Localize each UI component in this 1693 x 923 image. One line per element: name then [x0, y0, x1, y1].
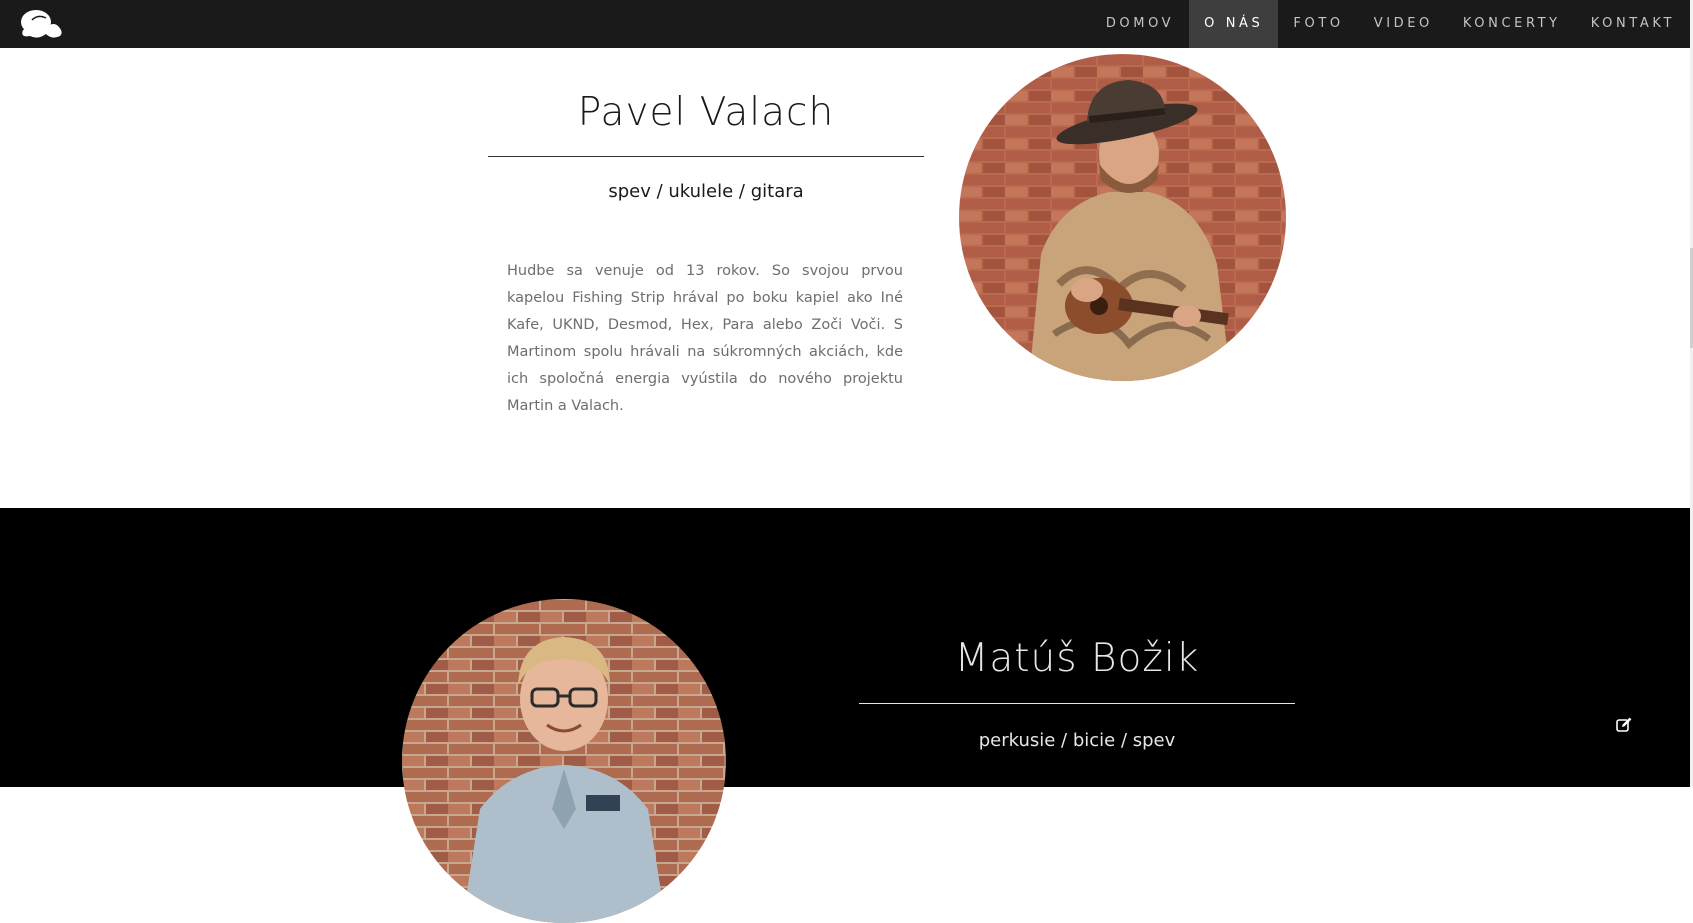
- main-menu: DOMOV O NÁS FOTO VIDEO KONCERTY KONTAKT: [1091, 0, 1690, 48]
- nav-o-nas[interactable]: O NÁS: [1189, 0, 1279, 48]
- drummer-portrait-photo: [402, 599, 726, 923]
- member-name: Matúš Božik: [954, 636, 1200, 681]
- nav-video[interactable]: VIDEO: [1359, 0, 1448, 48]
- edit-icon[interactable]: [1615, 716, 1633, 734]
- member-role: perkusie / bicie / spev: [978, 730, 1176, 751]
- nav-domov[interactable]: DOMOV: [1091, 0, 1189, 48]
- member-section-matus: Matúš Božik perkusie / bicie / spev: [0, 508, 1690, 923]
- nav-kontakt[interactable]: KONTAKT: [1576, 0, 1690, 48]
- divider: [859, 703, 1295, 704]
- member-section-pavel: Pavel Valach spev / ukulele / gitara Hud…: [0, 48, 1690, 508]
- nav-koncerty[interactable]: KONCERTY: [1448, 0, 1576, 48]
- hat-logo-icon[interactable]: [18, 6, 66, 42]
- member-name: Pavel Valach: [577, 90, 835, 135]
- top-navbar: DOMOV O NÁS FOTO VIDEO KONCERTY KONTAKT: [0, 0, 1690, 48]
- member-bio: Hudbe sa venuje od 13 rokov. So svojou p…: [507, 263, 903, 414]
- member-role: spev / ukulele / gitara: [608, 181, 804, 202]
- divider: [488, 156, 924, 157]
- ukulele-player-photo: [959, 54, 1286, 381]
- nav-foto[interactable]: FOTO: [1278, 0, 1358, 48]
